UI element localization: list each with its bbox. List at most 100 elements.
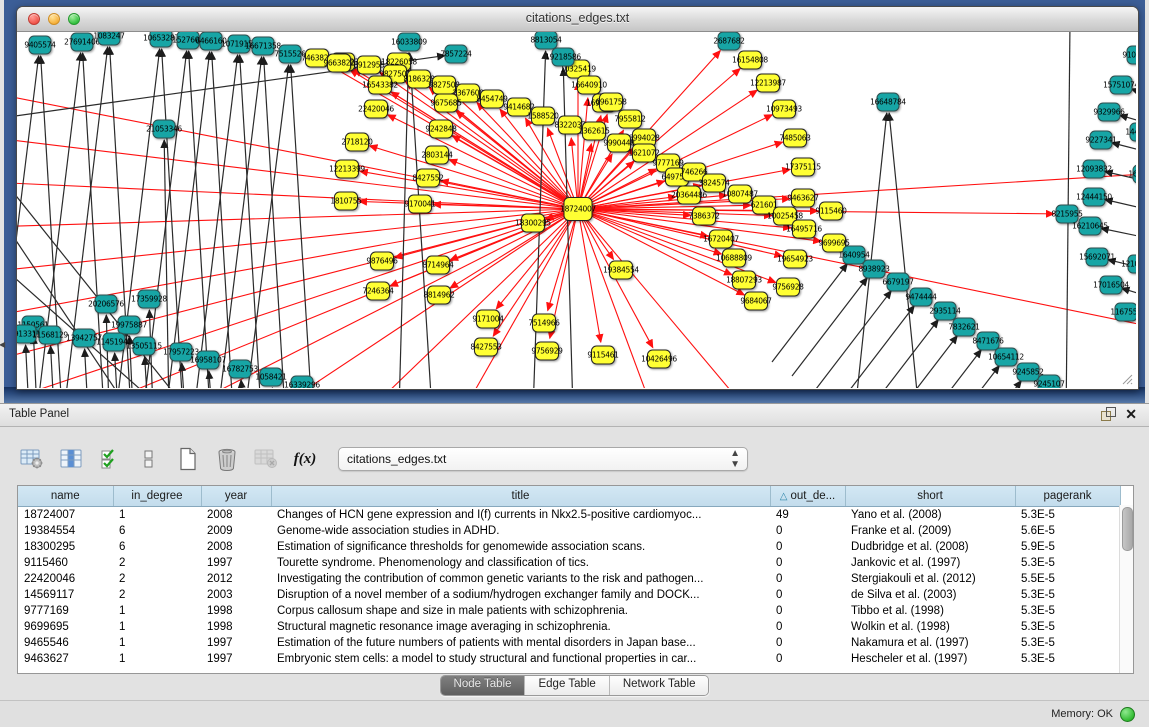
graph-node[interactable]: 9756928 bbox=[772, 278, 804, 296]
graph-node[interactable]: 9756929 bbox=[531, 342, 563, 360]
column-header-name[interactable]: name bbox=[18, 486, 113, 507]
table-cell[interactable]: 0 bbox=[770, 555, 845, 571]
table-cell[interactable]: de Silva et al. (2003) bbox=[845, 587, 1015, 603]
network-view-window[interactable]: citations_edges.txt 18724007896012389129… bbox=[16, 6, 1139, 390]
graph-edge[interactable] bbox=[241, 380, 244, 388]
graph-node[interactable]: 2718120 bbox=[341, 133, 373, 151]
network-graph-svg[interactable]: 1872400789601238912955182260589827503818… bbox=[17, 32, 1136, 388]
graph-node[interactable]: 16154808 bbox=[732, 51, 768, 69]
graph-node[interactable]: 1643856 bbox=[1128, 165, 1136, 183]
graph-node[interactable]: 17359928 bbox=[131, 290, 167, 308]
table-cell[interactable]: 19384554 bbox=[18, 523, 113, 539]
node-table-grid[interactable]: namein_degreeyeartitle△out_de...shortpag… bbox=[18, 486, 1121, 667]
graph-node[interactable]: 15751074 bbox=[1103, 76, 1136, 94]
table-panel-titlebar[interactable]: Table Panel ✕ bbox=[0, 403, 1149, 427]
graph-node[interactable]: 7857224 bbox=[440, 45, 472, 63]
graph-node[interactable]: 2803144 bbox=[421, 146, 453, 164]
graph-node[interactable]: 9242848 bbox=[425, 120, 457, 138]
graph-node[interactable]: 1362615 bbox=[578, 122, 610, 140]
table-cell[interactable]: 2009 bbox=[201, 523, 271, 539]
column-settings-button[interactable] bbox=[20, 448, 44, 470]
table-cell[interactable]: Yano et al. (2008) bbox=[845, 507, 1015, 524]
column-header-out_de[interactable]: △out_de... bbox=[770, 486, 845, 507]
table-cell[interactable]: 9115460 bbox=[18, 555, 113, 571]
graph-node[interactable]: 9171004 bbox=[472, 310, 504, 328]
table-cell[interactable]: Structural magnetic resonance image aver… bbox=[271, 619, 770, 635]
graph-edge[interactable] bbox=[816, 291, 891, 388]
graph-edge[interactable] bbox=[218, 57, 262, 388]
table-cell[interactable]: 22420046 bbox=[18, 571, 113, 587]
graph-node[interactable]: 9876496 bbox=[366, 252, 398, 270]
table-cell[interactable]: 5.3E-5 bbox=[1015, 635, 1120, 651]
graph-node[interactable]: 9463627 bbox=[787, 189, 819, 207]
table-cell[interactable]: Franke et al. (2009) bbox=[845, 523, 1015, 539]
graph-node[interactable]: 9474444 bbox=[905, 288, 937, 306]
graph-node[interactable]: 16033809 bbox=[391, 33, 427, 51]
function-builder-button[interactable]: f(x) bbox=[293, 448, 317, 470]
table-cell[interactable]: 9465546 bbox=[18, 635, 113, 651]
graph-edge[interactable] bbox=[194, 55, 238, 388]
table-cell[interactable]: 9699695 bbox=[18, 619, 113, 635]
graph-node[interactable]: 12213399 bbox=[329, 160, 365, 178]
graph-node[interactable]: 16648784 bbox=[870, 93, 906, 111]
graph-edge[interactable] bbox=[792, 278, 867, 376]
graph-hub-node[interactable]: 18724007 bbox=[560, 198, 596, 221]
graph-node[interactable]: 9227341 bbox=[1085, 131, 1117, 149]
graph-edge[interactable] bbox=[34, 336, 37, 388]
table-cell[interactable]: 0 bbox=[770, 635, 845, 651]
table-cell[interactable]: Changes of HCN gene expression and I(f) … bbox=[271, 507, 770, 524]
graph-edge[interactable] bbox=[17, 209, 578, 272]
table-cell[interactable]: Genome-wide association studies in ADHD. bbox=[271, 523, 770, 539]
graph-edge[interactable] bbox=[264, 57, 285, 388]
graph-edge[interactable] bbox=[291, 65, 312, 388]
graph-node[interactable]: 12093832 bbox=[1076, 160, 1112, 178]
column-header-title[interactable]: title bbox=[271, 486, 770, 507]
table-row[interactable]: 1938455462009Genome-wide association stu… bbox=[18, 523, 1120, 539]
table-row[interactable]: 911546021997Tourette syndrome. Phenomeno… bbox=[18, 555, 1120, 571]
graph-node[interactable]: 10688809 bbox=[716, 249, 752, 267]
table-cell[interactable]: 5.3E-5 bbox=[1015, 555, 1120, 571]
table-cell[interactable]: 5.3E-5 bbox=[1015, 603, 1120, 619]
table-cell[interactable]: 1997 bbox=[201, 651, 271, 667]
deselect-all-button[interactable] bbox=[137, 448, 161, 470]
graph-node[interactable]: 17375115 bbox=[785, 158, 821, 176]
graph-edge[interactable] bbox=[1112, 143, 1136, 157]
graph-node[interactable]: 12213987 bbox=[750, 74, 786, 92]
graph-node[interactable]: 9675685 bbox=[430, 94, 462, 112]
table-cell[interactable]: 2 bbox=[113, 587, 201, 603]
graph-edge[interactable] bbox=[906, 350, 981, 388]
table-selector-dropdown[interactable]: citations_edges.txt ▲▼ bbox=[338, 447, 748, 471]
tab-edge-table[interactable]: Edge Table bbox=[524, 676, 608, 695]
graph-node[interactable]: 6679197 bbox=[882, 273, 914, 291]
table-cell[interactable]: 1998 bbox=[201, 619, 271, 635]
graph-edge[interactable] bbox=[410, 53, 432, 388]
graph-edge[interactable] bbox=[889, 113, 919, 388]
table-cell[interactable]: Investigating the contribution of common… bbox=[271, 571, 770, 587]
graph-node[interactable]: 8215955 bbox=[1051, 205, 1083, 223]
table-row[interactable]: 2242004622012Investigating the contribut… bbox=[18, 571, 1120, 587]
table-cell[interactable]: 1 bbox=[113, 651, 201, 667]
graph-edge[interactable] bbox=[1105, 199, 1136, 214]
table-cell[interactable]: 2 bbox=[113, 571, 201, 587]
table-header-row[interactable]: namein_degreeyeartitle△out_de...shortpag… bbox=[18, 486, 1120, 507]
graph-node[interactable]: 7955812 bbox=[614, 110, 646, 128]
network-canvas[interactable]: 1872400789601238912955182260589827503818… bbox=[17, 32, 1136, 388]
graph-edge[interactable] bbox=[182, 363, 185, 388]
window-titlebar[interactable]: citations_edges.txt bbox=[17, 7, 1138, 32]
table-cell[interactable]: 5.3E-5 bbox=[1015, 651, 1120, 667]
column-header-pagerank[interactable]: pagerank bbox=[1015, 486, 1120, 507]
table-cell[interactable]: 9463627 bbox=[18, 651, 113, 667]
graph-node[interactable]: 9115461 bbox=[587, 346, 619, 364]
table-cell[interactable]: 1 bbox=[113, 619, 201, 635]
table-cell[interactable]: 0 bbox=[770, 587, 845, 603]
graph-node[interactable]: 7386372 bbox=[688, 207, 720, 225]
graph-node[interactable]: 10654112 bbox=[988, 348, 1024, 366]
graph-node[interactable]: 2687682 bbox=[713, 32, 745, 50]
table-cell[interactable]: Corpus callosum shape and size in male p… bbox=[271, 603, 770, 619]
float-panel-icon[interactable] bbox=[1101, 407, 1115, 421]
table-cell[interactable]: 2003 bbox=[201, 587, 271, 603]
table-cell[interactable]: Nakamura et al. (1997) bbox=[845, 635, 1015, 651]
table-cell[interactable]: Stergiakouli et al. (2012) bbox=[845, 571, 1015, 587]
graph-node[interactable]: 16640910 bbox=[571, 76, 607, 94]
table-cell[interactable]: 2 bbox=[113, 555, 201, 571]
